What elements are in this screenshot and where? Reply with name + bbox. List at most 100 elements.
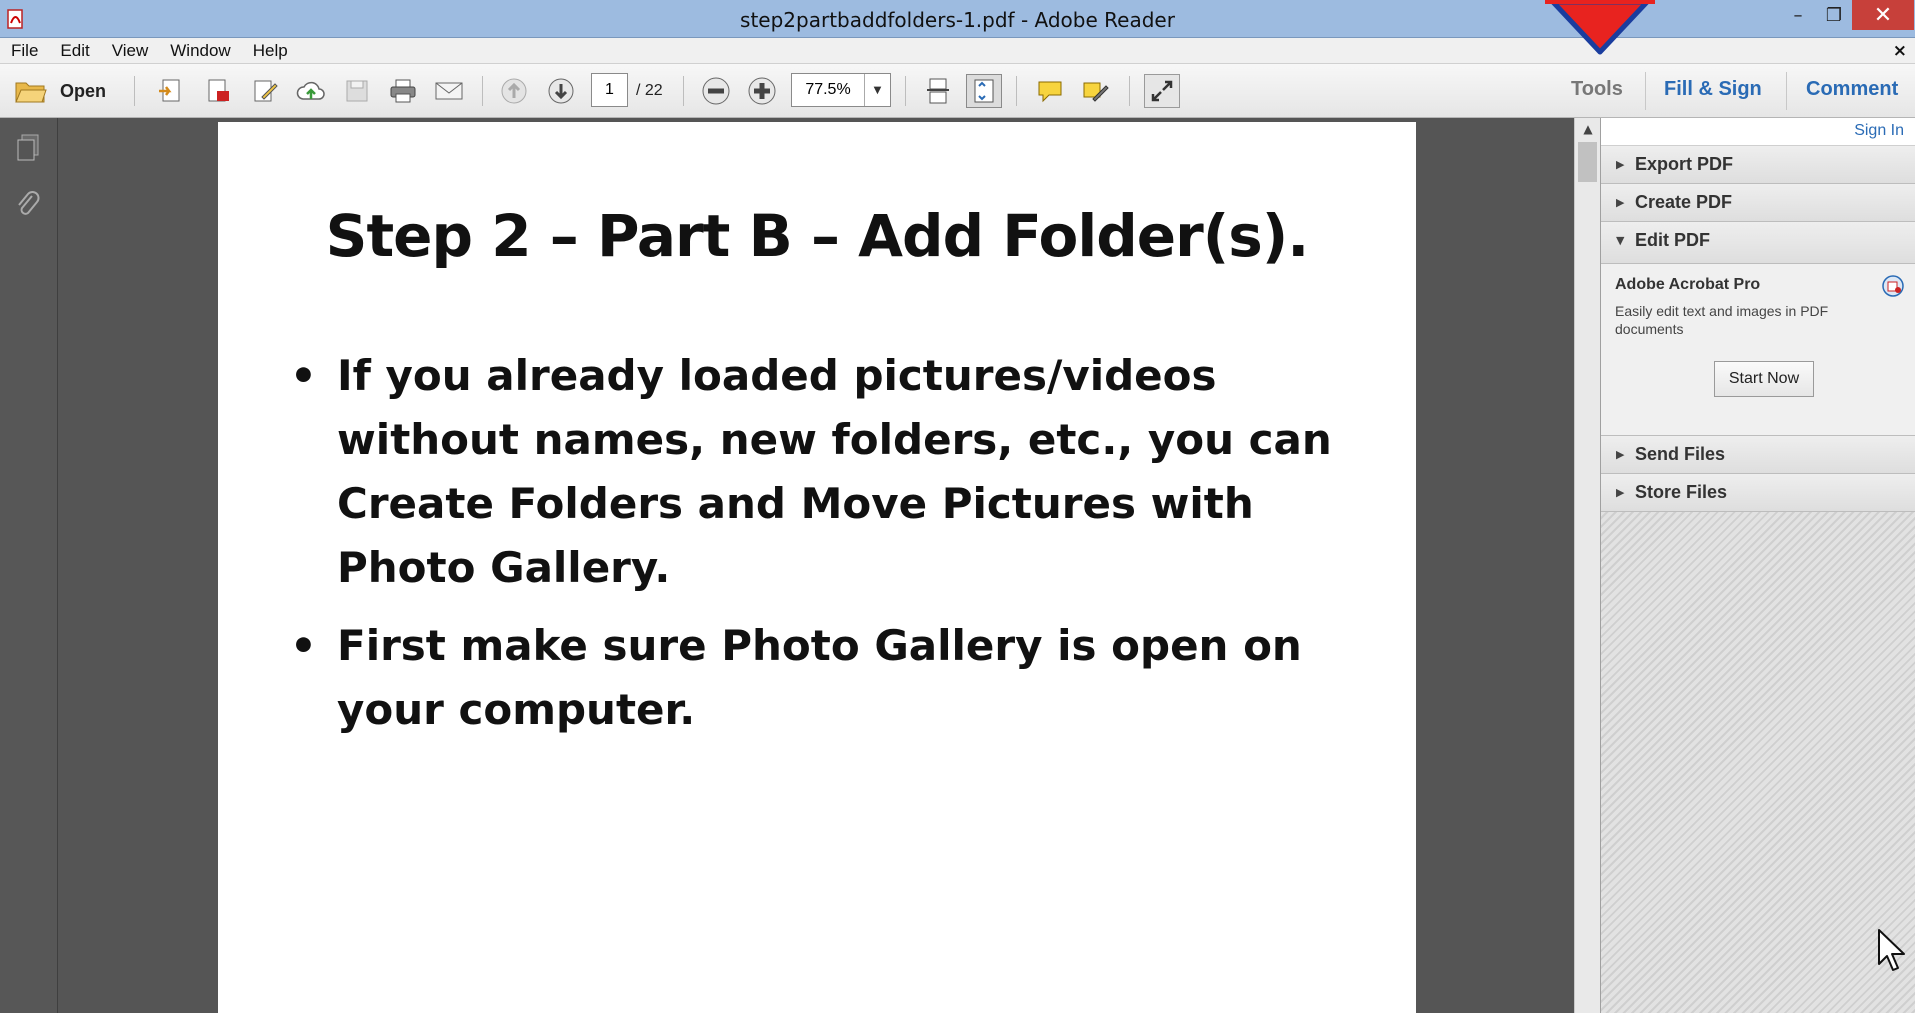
printer-icon: [390, 79, 416, 103]
section-label: Send Files: [1635, 444, 1726, 464]
upload-cloud-button[interactable]: [293, 74, 329, 108]
close-document-button[interactable]: ×: [1893, 41, 1907, 61]
tab-separator: [1786, 72, 1787, 110]
pdf-page: Step 2 – Part B – Add Folder(s). • If you…: [218, 122, 1416, 1013]
fit-page-icon: [974, 79, 994, 103]
bullet-text: First make sure Photo Gallery is open on…: [337, 621, 1302, 734]
triangle-right-icon: ▶: [1616, 158, 1625, 171]
menu-file[interactable]: File: [0, 41, 49, 61]
left-navigation-pane: [0, 118, 58, 1013]
promo-title: Adobe Acrobat Pro: [1615, 276, 1761, 293]
zoom-select[interactable]: 77.5% ▼: [791, 73, 891, 107]
sign-in-bar: Sign In: [1601, 118, 1915, 146]
highlight-text-button[interactable]: [1078, 74, 1114, 108]
section-send-files[interactable]: ▶ Send Files: [1601, 436, 1915, 474]
mouse-pointer-icon: [1878, 929, 1905, 971]
print-button[interactable]: [385, 74, 421, 108]
create-pdf-button[interactable]: [152, 74, 188, 108]
edit-button[interactable]: [247, 74, 283, 108]
section-label: Create PDF: [1635, 192, 1733, 212]
scroll-up-arrow-icon[interactable]: ▲: [1575, 118, 1601, 140]
section-export-pdf[interactable]: ▶ Export PDF: [1601, 146, 1915, 184]
bullet-item: • If you already loaded pictures/videos w…: [290, 344, 1390, 600]
chevron-down-icon[interactable]: ▼: [864, 74, 890, 106]
envelope-icon: [435, 82, 463, 100]
save-button[interactable]: [339, 74, 375, 108]
section-create-pdf[interactable]: ▶ Create PDF: [1601, 184, 1915, 222]
section-store-files[interactable]: ▶ Store Files: [1601, 474, 1915, 512]
expand-arrows-icon: [1151, 80, 1173, 102]
bullet-dot: •: [290, 351, 317, 400]
toolbar: Open: [0, 64, 1915, 118]
triangle-right-icon: ▶: [1616, 196, 1625, 209]
sign-in-link[interactable]: Sign In: [1854, 122, 1904, 140]
section-label: Edit PDF: [1635, 230, 1710, 250]
folder-open-icon: [15, 82, 47, 103]
tab-comment[interactable]: Comment: [1806, 78, 1898, 101]
paperclip-attachments-icon[interactable]: [12, 188, 44, 220]
fit-width-button[interactable]: [920, 74, 956, 108]
next-page-button[interactable]: [543, 74, 579, 108]
full-screen-button[interactable]: [1144, 74, 1180, 108]
minimize-button[interactable]: –: [1780, 0, 1816, 30]
open-label: Open: [59, 80, 106, 101]
triangle-right-icon: ▶: [1616, 486, 1625, 499]
email-button[interactable]: [431, 74, 467, 108]
menu-help[interactable]: Help: [242, 41, 299, 61]
page-number-input[interactable]: 1: [591, 73, 628, 107]
bullet-dot: •: [290, 621, 317, 670]
save-disk-icon: [346, 80, 368, 102]
pdf-document-icon: [208, 79, 229, 102]
tab-separator: [1645, 72, 1646, 110]
zoom-in-button[interactable]: [744, 74, 780, 108]
create-pdf-icon: [159, 79, 180, 102]
bullet-text: If you already loaded pictures/videos wi…: [337, 351, 1332, 592]
toolbar-separator: [1016, 76, 1017, 106]
pdf-file-button[interactable]: [200, 74, 236, 108]
menu-view[interactable]: View: [101, 41, 160, 61]
triangle-right-icon: ▶: [1616, 448, 1625, 461]
bullet-list: • If you already loaded pictures/videos w…: [290, 344, 1390, 756]
red-arrow-annotation-icon: [1545, 0, 1655, 55]
plus-circle-icon: [748, 77, 776, 105]
zoom-out-button[interactable]: [698, 74, 734, 108]
cloud-upload-icon: [296, 81, 325, 100]
tab-fill-and-sign[interactable]: Fill & Sign: [1664, 78, 1762, 101]
toolbar-separator: [482, 76, 483, 106]
section-label: Store Files: [1635, 482, 1728, 502]
toolbar-separator: [905, 76, 906, 106]
bullet-item: • First make sure Photo Gallery is open o…: [290, 614, 1390, 742]
section-label: Export PDF: [1635, 154, 1734, 174]
open-button[interactable]: Open: [10, 74, 110, 108]
arrow-down-icon: [548, 78, 574, 104]
triangle-down-icon: ▼: [1616, 234, 1625, 247]
scrollbar-thumb[interactable]: [1578, 142, 1597, 182]
highlighter-icon: [1083, 82, 1109, 102]
vertical-scrollbar[interactable]: ▲: [1574, 118, 1600, 1013]
toolbar-separator: [1129, 76, 1130, 106]
acrobat-pro-promo: Adobe Acrobat Pro Easily edit text and i…: [1601, 264, 1915, 436]
comment-bubble-icon: [1038, 81, 1062, 103]
tab-tools[interactable]: Tools: [1571, 78, 1623, 101]
page-total: / 22: [636, 82, 663, 99]
menu-window[interactable]: Window: [159, 41, 241, 61]
minus-circle-icon: [702, 77, 730, 105]
maximize-button[interactable]: ❐: [1816, 0, 1852, 30]
zoom-value[interactable]: 77.5%: [792, 74, 864, 106]
edit-document-icon: [254, 80, 278, 102]
scrolling-mode-icon: [927, 78, 949, 104]
close-window-button[interactable]: ✕: [1852, 0, 1914, 30]
start-now-button[interactable]: Start Now: [1714, 361, 1814, 397]
arrow-up-icon: [501, 78, 527, 104]
tools-panel: Sign In ▶ Export PDF ▶ Create PDF ▼ Edit…: [1600, 118, 1915, 1013]
section-edit-pdf[interactable]: ▼ Edit PDF: [1601, 222, 1915, 264]
acrobat-edit-icon: [1882, 275, 1904, 297]
menu-edit[interactable]: Edit: [49, 41, 100, 61]
document-heading: Step 2 – Part B – Add Folder(s).: [325, 202, 1310, 270]
sticky-note-button[interactable]: [1032, 74, 1068, 108]
page-thumbnails-icon[interactable]: [12, 132, 44, 164]
toolbar-separator: [683, 76, 684, 106]
previous-page-button[interactable]: [496, 74, 532, 108]
promo-description: Easily edit text and images in PDF docum…: [1615, 303, 1829, 337]
fit-page-button[interactable]: [966, 74, 1002, 108]
